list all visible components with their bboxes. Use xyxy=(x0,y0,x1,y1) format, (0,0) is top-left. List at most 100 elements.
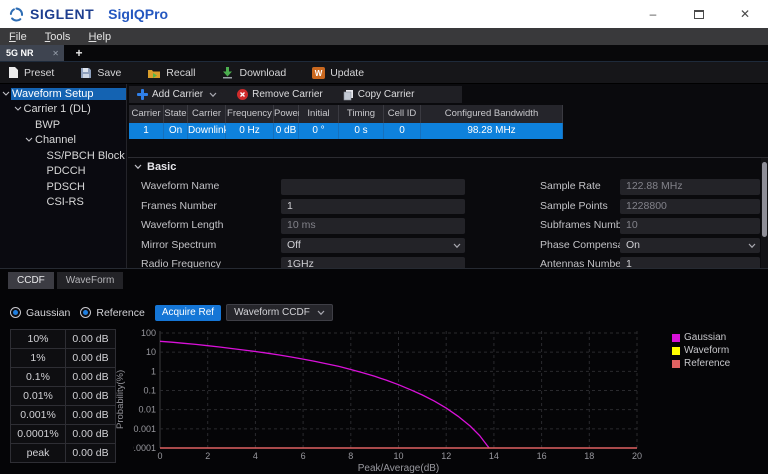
frames-number-field[interactable]: 1 xyxy=(281,199,465,215)
stats-row: 0.0001%0.00 dB xyxy=(11,425,116,444)
menu-tools[interactable]: Tools xyxy=(36,31,80,43)
carrier-panel: Add Carrier Remove Carrier Copy Carrier Ca… xyxy=(128,84,768,268)
legend-swatch-gaussian xyxy=(672,334,680,342)
stats-percent: peak xyxy=(11,444,66,463)
tab-ccdf[interactable]: CCDF xyxy=(8,272,54,289)
stats-row: 10%0.00 dB xyxy=(11,330,116,349)
gaussian-radio[interactable]: Gaussian xyxy=(10,307,70,319)
document-icon xyxy=(8,66,19,79)
cell-state: On xyxy=(164,123,188,139)
add-carrier-button[interactable]: Add Carrier xyxy=(137,89,217,100)
save-button[interactable]: Save xyxy=(80,67,121,79)
brand-name: SIGLENT xyxy=(30,6,94,22)
stats-value: 0.00 dB xyxy=(66,444,116,463)
menu-file[interactable]: File xyxy=(0,31,36,43)
stats-value: 0.00 dB xyxy=(66,425,116,444)
reference-radio[interactable]: Reference xyxy=(80,307,144,319)
analysis-tabs: CCDFWaveForm xyxy=(8,272,126,289)
tab-5g-nr[interactable]: 5G NR ✕ xyxy=(0,45,64,61)
download-label: Download xyxy=(239,67,286,79)
cell-carrier-type: Downlink xyxy=(188,123,226,139)
plus-icon: + xyxy=(75,46,82,60)
tree-expand-icon xyxy=(2,91,11,97)
column-header-state: State xyxy=(164,105,188,123)
scrollbar-thumb[interactable] xyxy=(762,162,767,237)
tree-item-pdsch[interactable]: PDSCH xyxy=(0,179,126,195)
recall-button[interactable]: Recall xyxy=(147,67,195,79)
tree-item-channel[interactable]: Channel xyxy=(0,133,126,149)
tree-item-bwp[interactable]: BWP xyxy=(0,117,126,133)
acquire-ref-button[interactable]: Acquire Ref xyxy=(155,305,221,321)
remove-carrier-button[interactable]: Remove Carrier xyxy=(237,89,323,100)
svg-text:12: 12 xyxy=(441,451,451,461)
copy-icon xyxy=(343,89,354,101)
form-row: Frames Number1Sample Points1228800 xyxy=(128,197,760,217)
add-carrier-label: Add Carrier xyxy=(152,89,203,100)
stats-percent: 10% xyxy=(11,330,66,349)
tree-expand-icon xyxy=(25,137,34,143)
tree-item-ss-pbch-block[interactable]: SS/PBCH Block xyxy=(0,148,126,164)
remove-carrier-label: Remove Carrier xyxy=(252,89,323,100)
tree-item-pdcch[interactable]: PDCCH xyxy=(0,164,126,180)
update-button[interactable]: WUpdate xyxy=(312,67,364,79)
stats-row: peak0.00 dB xyxy=(11,444,116,463)
copy-carrier-button[interactable]: Copy Carrier xyxy=(343,89,415,101)
frames-number-label: Frames Number xyxy=(141,199,276,215)
cell-initial-phase: 0 ° xyxy=(299,123,339,139)
menu-help[interactable]: Help xyxy=(79,31,120,43)
svg-text:4: 4 xyxy=(253,451,258,461)
tab-waveform[interactable]: WaveForm xyxy=(57,272,124,289)
basic-section-header[interactable]: Basic xyxy=(134,161,176,173)
preset-button[interactable]: Preset xyxy=(8,66,54,79)
waveform-ccdf-dropdown[interactable]: Waveform CCDF xyxy=(226,304,333,321)
ccdf-chart: 1001010.10.010.0010.00010246810121416182… xyxy=(133,324,663,474)
gaussian-radio-label: Gaussian xyxy=(26,307,70,319)
stats-value: 0.00 dB xyxy=(66,368,116,387)
svg-text:0.001: 0.001 xyxy=(133,424,156,434)
subframes-number-field[interactable]: 10 xyxy=(620,218,760,234)
radio-frequency-field[interactable]: 1GHz xyxy=(281,257,465,268)
stats-percent: 0.0001% xyxy=(11,425,66,444)
radio-dot xyxy=(83,310,88,315)
legend-label: Waveform xyxy=(684,346,729,356)
waveform-name-field[interactable] xyxy=(281,179,465,195)
waveform-tree: Waveform SetupCarrier 1 (DL)BWP ChannelSS… xyxy=(0,84,127,268)
chevron-down-icon[interactable] xyxy=(209,92,217,98)
stats-percent: 1% xyxy=(11,349,66,368)
tree-item-waveform-setup[interactable]: Waveform Setup xyxy=(0,86,126,102)
title-bar: SIGLENT SigIQPro – ✕ xyxy=(0,0,768,28)
tree-item-csi-rs[interactable]: CSI-RS xyxy=(0,195,126,211)
stats-value: 0.00 dB xyxy=(66,349,116,368)
series-gaussian xyxy=(160,341,489,448)
mirror-spectrum-label: Mirror Spectrum xyxy=(141,238,276,254)
download-button[interactable]: Download xyxy=(221,67,286,79)
close-button[interactable]: ✕ xyxy=(722,0,768,28)
tree-expand-icon xyxy=(14,106,23,112)
tree-item-carrier-1-dl[interactable]: Carrier 1 (DL) xyxy=(0,102,126,118)
antennas-number-field[interactable]: 1 xyxy=(620,257,760,268)
sample-rate-field[interactable]: 122.88 MHz xyxy=(620,179,760,195)
stats-value: 0.00 dB xyxy=(66,406,116,425)
tree-item-label: BWP xyxy=(34,119,126,131)
phase-compensation-select[interactable]: On xyxy=(620,238,760,254)
column-header-timing-offset: Timing Offset xyxy=(339,105,384,123)
mirror-spectrum-select[interactable]: Off xyxy=(281,238,465,254)
table-row[interactable]: 1OnDownlink0 Hz0 dB0 °0 s098.28 MHz xyxy=(129,123,563,139)
folder-icon xyxy=(147,67,161,79)
waveform-length-field[interactable]: 10 ms xyxy=(281,218,465,234)
basic-form: Waveform NameSample Rate122.88 MHzFrames… xyxy=(128,177,760,268)
maximize-button[interactable] xyxy=(676,0,722,28)
carrier-table-header: CarrierStateCarrier TypeFrequency Offset… xyxy=(129,105,563,123)
form-row: Mirror SpectrumOffPhase CompensationOn xyxy=(128,236,760,256)
vertical-scrollbar[interactable] xyxy=(761,158,768,268)
sample-points-field[interactable]: 1228800 xyxy=(620,199,760,215)
tree-item-label: CSI-RS xyxy=(46,196,127,208)
basic-section: Basic Waveform NameSample Rate122.88 MHz… xyxy=(128,158,760,268)
column-header-cell-id: Cell ID xyxy=(384,105,421,123)
update-icon: W xyxy=(312,67,325,79)
tab-close-icon[interactable]: ✕ xyxy=(52,49,59,58)
minimize-button[interactable]: – xyxy=(630,0,676,28)
add-icon xyxy=(137,89,148,100)
stats-percent: 0.1% xyxy=(11,368,66,387)
add-tab-button[interactable]: + xyxy=(64,45,94,61)
